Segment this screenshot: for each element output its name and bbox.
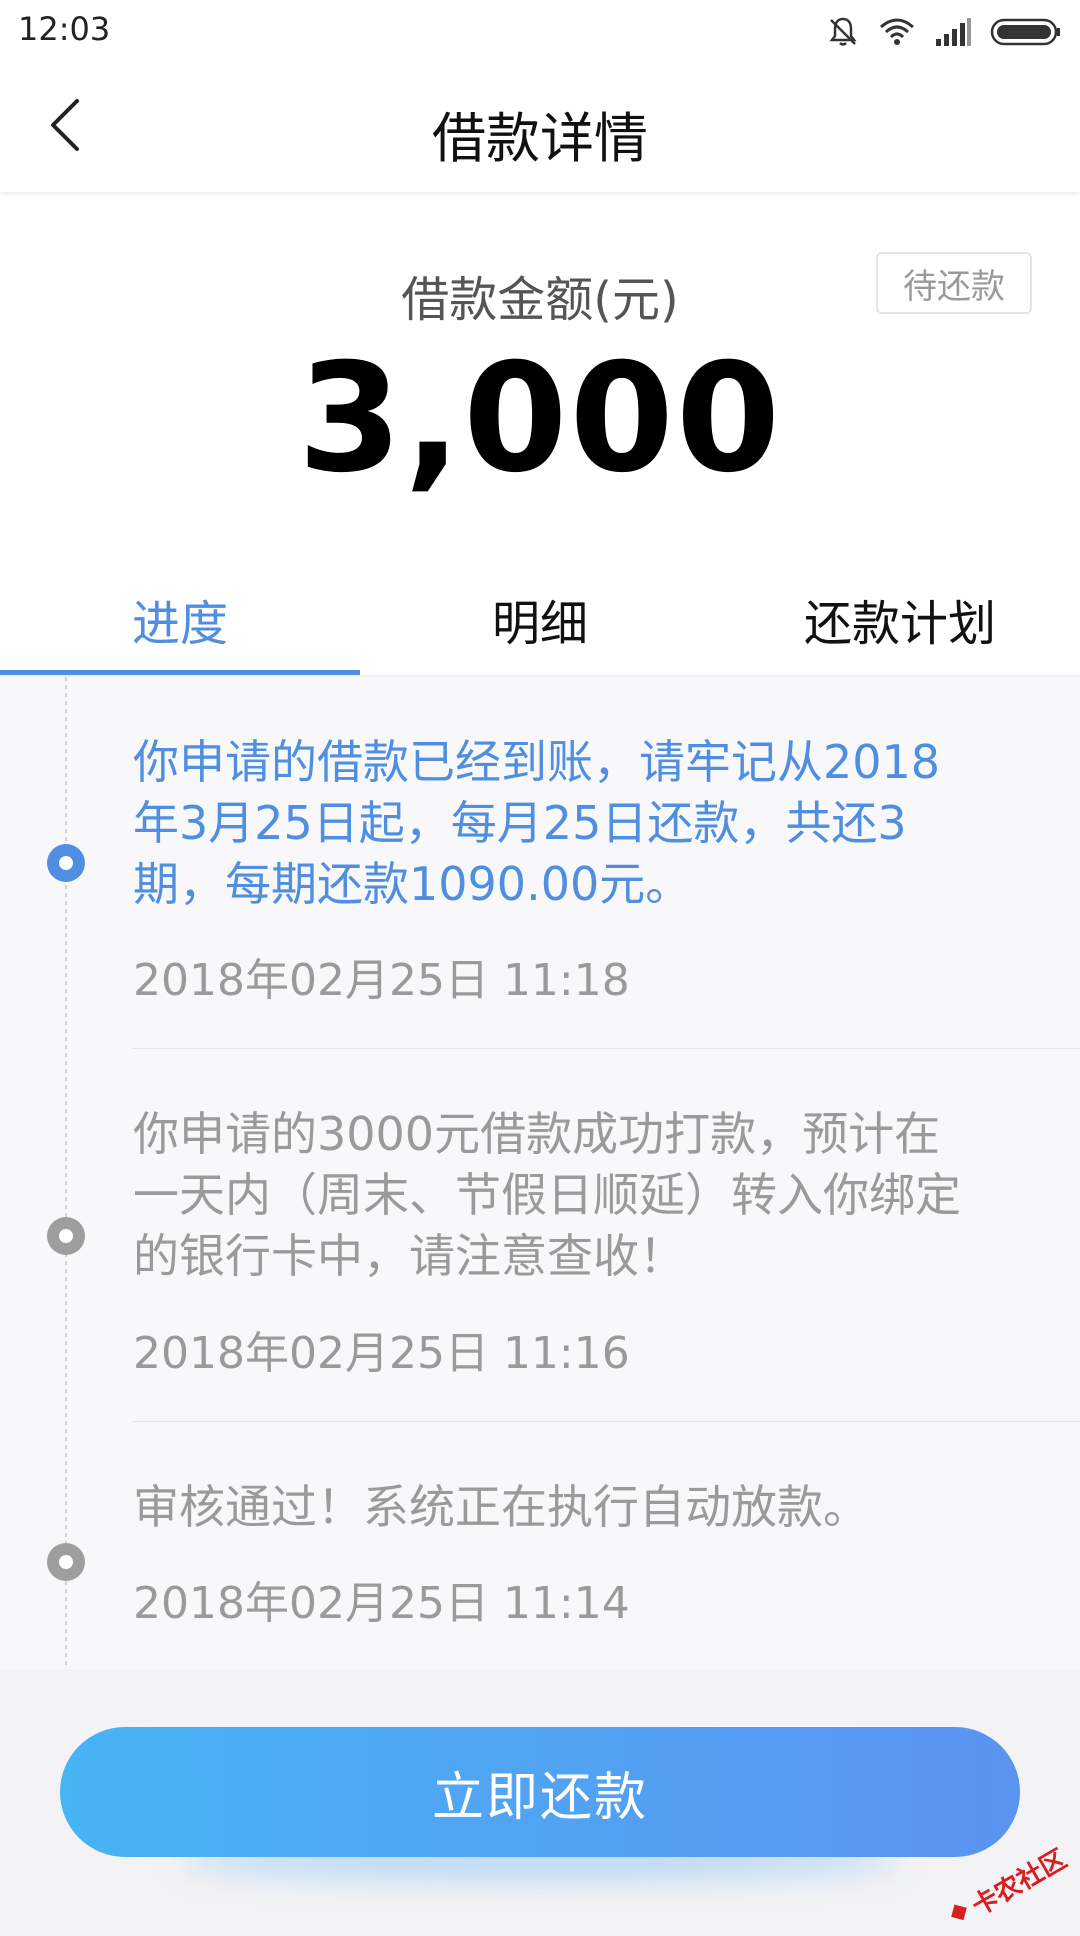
wifi-icon [878,17,916,47]
header: 借款详情 [0,62,1080,192]
event-text-line: 的银行卡中，请注意查收！ [133,1229,685,1283]
event-text: 审核通过！系统正在执行自动放款。 [133,1477,1033,1538]
event-text-line: 一天内（周末、节假日顺延）转入你绑定 [133,1168,961,1222]
battery-icon [990,17,1062,47]
event-text: 你申请的借款已经到账，请牢记从2018 年3月25日起，每月25日还款，共还3 … [133,732,1033,915]
signal-icon [934,17,972,47]
status-badge: 待还款 [876,252,1032,314]
event-text-line: 你申请的3000元借款成功打款，预计在 [133,1107,941,1161]
tab-details[interactable]: 明细 [360,562,720,676]
loan-amount-section: 借款金额(元) 3,000 待还款 [0,192,1080,562]
tab-repayment-plan[interactable]: 还款计划 [720,562,1080,676]
event-text: 你申请的3000元借款成功打款，预计在 一天内（周末、节假日顺延）转入你绑定 的… [133,1104,1033,1287]
page-title: 借款详情 [432,107,648,170]
event-time: 2018年02月25日 11:14 [133,1578,630,1629]
repay-now-button[interactable]: 立即还款 [60,1727,1020,1857]
timeline-dot [47,1217,85,1255]
timeline-dot [47,1543,85,1581]
status-bar: 12:03 [0,0,1080,62]
event-text-line: 审核通过！系统正在执行自动放款。 [133,1480,869,1534]
divider [133,1048,1080,1049]
bell-off-icon [826,15,860,49]
progress-timeline: 你申请的借款已经到账，请牢记从2018 年3月25日起，每月25日还款，共还3 … [0,677,1080,1669]
divider [133,1421,1080,1422]
event-text-line: 你申请的借款已经到账，请牢记从2018 [133,735,941,789]
event-time: 2018年02月25日 11:18 [133,955,630,1006]
bottom-action-area: 立即还款 [0,1669,1080,1920]
timeline-dot-active [47,844,85,882]
status-icons [826,12,1062,52]
tab-indicator [0,670,360,675]
tab-bar: 进度 明细 还款计划 [0,562,1080,676]
event-text-line: 期，每期还款1090.00元。 [133,857,692,911]
event-time: 2018年02月25日 11:16 [133,1328,630,1379]
event-text-line: 年3月25日起，每月25日还款，共还3 [133,796,907,850]
timeline-line [65,677,67,1669]
amount-value: 3,000 [297,332,783,506]
tab-progress[interactable]: 进度 [0,562,360,676]
status-time: 12:03 [18,10,111,48]
